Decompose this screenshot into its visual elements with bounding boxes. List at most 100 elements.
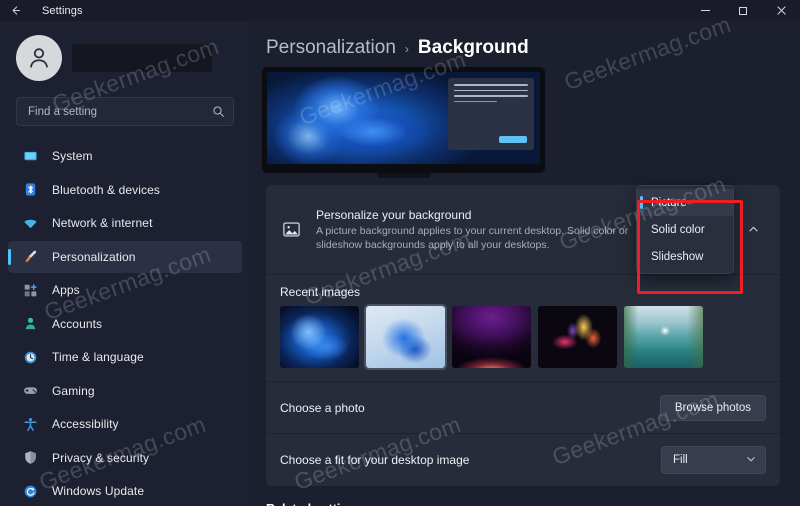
dropdown-option-slideshow[interactable]: Slideshow [637, 243, 733, 270]
background-type-dropdown[interactable]: Picture Solid color Slideshow [636, 185, 734, 274]
sidebar-item-label: Time & language [52, 350, 144, 364]
choose-photo-row: Choose a photo Browse photos [266, 382, 780, 434]
sidebar-item-accessibility[interactable]: Accessibility [8, 408, 242, 440]
search-input[interactable] [28, 105, 212, 118]
sidebar-item-apps[interactable]: Apps [8, 274, 242, 306]
search-box[interactable] [16, 97, 234, 126]
choose-fit-label: Choose a fit for your desktop image [280, 453, 470, 467]
title-bar: Settings [0, 0, 800, 21]
sidebar-item-windows-update[interactable]: Windows Update [8, 475, 242, 506]
recent-image-thumbnail[interactable] [364, 304, 447, 370]
dropdown-option-picture[interactable]: Picture [637, 189, 733, 216]
sidebar-item-label: Windows Update [52, 484, 145, 498]
recent-image-thumbnail[interactable] [452, 306, 531, 368]
minimize-button[interactable] [686, 0, 724, 21]
sidebar-item-bluetooth-devices[interactable]: Bluetooth & devices [8, 174, 242, 206]
back-arrow-icon [12, 6, 20, 15]
choose-fit-value: Fill [673, 454, 688, 466]
browse-photos-button[interactable]: Browse photos [659, 394, 766, 421]
sidebar-item-label: Personalization [52, 249, 136, 264]
sidebar-nav: System Bluetooth & devices Network & int… [0, 140, 250, 506]
mock-line [454, 95, 528, 97]
choose-photo-label: Choose a photo [280, 400, 365, 415]
recent-images-list [280, 304, 766, 370]
recent-images-row: Recent images [266, 275, 780, 382]
close-button[interactable] [762, 0, 800, 21]
sidebar-item-label: Network & internet [52, 216, 153, 230]
person-icon [30, 48, 48, 68]
paintbrush-icon [22, 249, 38, 265]
chevron-right-icon: › [404, 42, 409, 56]
sidebar-item-label: Apps [52, 283, 80, 297]
dropdown-option-solid-color[interactable]: Solid color [637, 216, 733, 243]
recent-image-thumbnail[interactable] [624, 306, 703, 368]
sidebar-item-label: Privacy & security [52, 450, 150, 465]
back-button[interactable] [0, 0, 30, 21]
settings-window: Settings Find a setting System Bluetooth… [0, 0, 800, 506]
mock-line [454, 100, 497, 102]
maximize-button[interactable] [724, 0, 762, 21]
recent-image-thumbnail[interactable] [280, 306, 359, 368]
personalize-background-row: Personalize your background A picture ba… [266, 185, 780, 275]
person-icon [22, 316, 38, 332]
update-icon [22, 483, 38, 499]
bluetooth-icon [22, 182, 38, 198]
sidebar-item-label: System [52, 149, 93, 163]
monitor-icon [22, 148, 38, 164]
sidebar-item-network-internet[interactable]: Network & internet [8, 207, 242, 239]
choose-fit-row: Choose a fit for your desktop image Fill [266, 434, 780, 486]
sidebar-item-personalization[interactable]: Personalization [8, 240, 242, 273]
minimize-icon [700, 10, 710, 11]
preview-container [250, 59, 800, 178]
dropdown-option-label: Picture [651, 196, 687, 209]
accessibility-icon [22, 416, 38, 432]
sidebar-item-label: Accounts [52, 316, 103, 331]
sidebar: System Bluetooth & devices Network & int… [0, 21, 250, 506]
choose-fit-dropdown[interactable]: Fill [661, 446, 766, 474]
sidebar-item-privacy-security[interactable]: Privacy & security [8, 442, 242, 474]
desktop-preview-monitor [262, 67, 545, 178]
personalize-background-text: Personalize your background A picture ba… [316, 207, 636, 252]
dropdown-option-label: Solid color [651, 223, 705, 236]
account-name-redacted [72, 44, 212, 72]
clock-icon [22, 349, 38, 365]
mock-line [454, 84, 528, 86]
recent-images-title: Recent images [280, 285, 361, 299]
search-container [0, 81, 250, 126]
background-type-control: Picture Solid color Slideshow [636, 185, 766, 274]
preview-mock-panel [448, 78, 534, 150]
wifi-icon [22, 215, 38, 231]
dropdown-option-label: Slideshow [651, 250, 704, 263]
preview-screen [267, 72, 540, 164]
personalize-background-description: A picture background applies to your cur… [316, 225, 629, 251]
sidebar-item-label: Bluetooth & devices [52, 182, 160, 197]
account-profile[interactable] [0, 21, 250, 81]
sidebar-item-accounts[interactable]: Accounts [8, 308, 242, 340]
window-controls [686, 0, 800, 21]
related-settings-heading: Related settings [250, 486, 800, 506]
chevron-up-icon[interactable] [740, 217, 766, 243]
page-title: Background [417, 37, 529, 58]
sidebar-item-time-language[interactable]: Time & language [8, 341, 242, 373]
sidebar-item-system[interactable]: System [8, 140, 242, 172]
close-icon [776, 6, 786, 15]
search-icon [212, 105, 225, 118]
personalize-background-title: Personalize your background [316, 208, 472, 222]
maximize-icon [739, 6, 747, 15]
sidebar-item-gaming[interactable]: Gaming [8, 375, 242, 407]
breadcrumb-parent[interactable]: Personalization [266, 37, 396, 59]
recent-image-thumbnail[interactable] [538, 306, 617, 368]
mock-line [454, 89, 528, 91]
mock-accent-button [499, 136, 527, 143]
wallpaper-bloom-graphic [267, 72, 459, 164]
sidebar-item-label: Gaming [52, 383, 95, 398]
window-title: Settings [42, 4, 83, 17]
apps-icon [22, 282, 38, 298]
avatar [16, 35, 62, 81]
picture-icon [280, 219, 302, 241]
background-settings-card: Personalize your background A picture ba… [266, 185, 780, 486]
gamepad-icon [22, 383, 38, 399]
shield-icon [22, 450, 38, 466]
monitor-stand [376, 173, 431, 178]
breadcrumb: Personalization › Background [250, 21, 800, 59]
